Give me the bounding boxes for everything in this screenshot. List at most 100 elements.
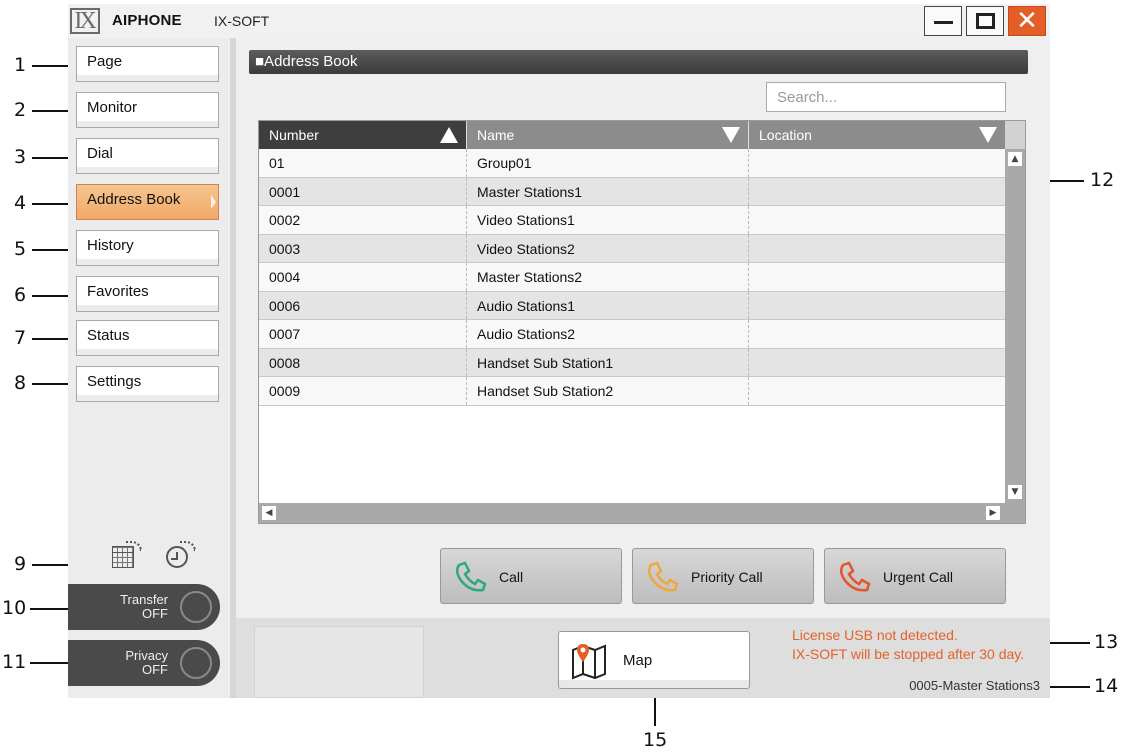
cell-number: 0009 <box>259 377 467 405</box>
cell-number: 0002 <box>259 206 467 234</box>
maximize-button[interactable] <box>966 6 1004 36</box>
table-row[interactable]: 0007 Audio Stations2 <box>259 320 1005 349</box>
header-corner <box>1005 121 1025 149</box>
cell-location <box>749 263 1005 291</box>
cell-name: Handset Sub Station2 <box>467 377 749 405</box>
table-row[interactable]: 0003 Video Stations2 <box>259 234 1005 263</box>
cell-location <box>749 178 1005 206</box>
schedule-arrow-icon <box>126 541 142 551</box>
sidebar: Page Monitor Dial Address Book History F… <box>68 38 228 698</box>
callout-8: 8 <box>14 372 27 394</box>
horizontal-scrollbar[interactable]: ◀ ▶ <box>259 503 1025 523</box>
cell-name: Master Stations1 <box>467 177 749 205</box>
cell-number: 0001 <box>259 177 467 205</box>
section-title: ■Address Book <box>249 50 1028 74</box>
scroll-up-icon[interactable]: ▲ <box>1008 152 1022 166</box>
search-input[interactable] <box>766 82 1006 112</box>
footer-bar: Map License USB not detected. IX-SOFT wi… <box>236 618 1050 698</box>
transfer-knob-icon <box>180 591 212 623</box>
table-row[interactable]: 0001 Master Stations1 <box>259 177 1005 206</box>
sidebar-item-status[interactable]: Status <box>76 320 219 356</box>
call-button[interactable]: Call <box>440 548 622 604</box>
column-header-location[interactable]: Location <box>749 121 1005 149</box>
callout-4: 4 <box>14 192 27 214</box>
callout-14: 14 <box>1094 675 1119 697</box>
callout-1: 1 <box>14 54 27 76</box>
timer-arrow-icon <box>180 541 196 551</box>
close-button[interactable]: ✕ <box>1008 6 1046 36</box>
sidebar-item-history[interactable]: History <box>76 230 219 266</box>
product-name: IX-SOFT <box>214 13 270 29</box>
cell-number: 01 <box>259 149 467 177</box>
map-icon <box>572 644 606 680</box>
scroll-right-icon[interactable]: ▶ <box>986 506 1000 520</box>
footer-blank-panel <box>254 626 424 698</box>
column-label-name: Name <box>477 127 515 143</box>
cell-number: 0008 <box>259 348 467 376</box>
priority-call-button[interactable]: Priority Call <box>632 548 814 604</box>
title-bar: IX AIPHONE IX-SOFT ✕ <box>68 4 1050 38</box>
callout-2: 2 <box>14 99 27 121</box>
table-header: Number Name Location <box>259 121 1005 149</box>
minimize-button[interactable] <box>924 6 962 36</box>
privacy-state: OFF <box>142 662 168 677</box>
callout-10: 10 <box>2 597 27 619</box>
urgent-call-label: Urgent Call <box>883 569 954 585</box>
sidebar-item-favorites[interactable]: Favorites <box>76 276 219 312</box>
scroll-down-icon[interactable]: ▼ <box>1008 485 1022 499</box>
sidebar-item-dial[interactable]: Dial <box>76 138 219 174</box>
cell-number: 0006 <box>259 291 467 319</box>
callout-11: 11 <box>2 651 27 673</box>
table-row[interactable]: 0009 Handset Sub Station2 <box>259 377 1005 406</box>
address-book-table: Number Name Location 01 Group01 0001 Maste… <box>258 120 1026 524</box>
sort-descending-icon <box>722 127 740 143</box>
sort-descending-icon <box>979 127 997 143</box>
cell-name: Video Stations2 <box>467 234 749 262</box>
map-label: Map <box>623 652 653 669</box>
priority-call-phone-icon <box>648 561 679 592</box>
sidebar-item-address-book[interactable]: Address Book <box>76 184 219 220</box>
column-header-name[interactable]: Name <box>467 121 749 149</box>
callout-3: 3 <box>14 146 27 168</box>
minimize-icon <box>934 21 953 24</box>
scroll-left-icon[interactable]: ◀ <box>262 506 276 520</box>
sidebar-item-monitor[interactable]: Monitor <box>76 92 219 128</box>
license-warning-line2: IX-SOFT will be stopped after 30 day. <box>792 646 1025 662</box>
cell-name: Handset Sub Station1 <box>467 348 749 376</box>
vertical-scrollbar[interactable]: ▲ ▼ <box>1005 149 1025 503</box>
callout-10-line <box>30 608 72 610</box>
cell-location <box>749 235 1005 263</box>
column-header-number[interactable]: Number <box>259 121 467 149</box>
table-row[interactable]: 0008 Handset Sub Station1 <box>259 348 1005 377</box>
table-row[interactable]: 01 Group01 <box>259 149 1005 178</box>
column-label-number: Number <box>269 127 319 143</box>
privacy-knob-icon <box>180 647 212 679</box>
transfer-label: Transfer <box>120 592 168 607</box>
cell-name: Video Stations1 <box>467 206 749 234</box>
column-label-location: Location <box>759 127 812 143</box>
transfer-toggle[interactable]: Transfer OFF <box>68 584 220 630</box>
privacy-toggle[interactable]: Privacy OFF <box>68 640 220 686</box>
cell-location <box>749 149 1005 177</box>
table-row[interactable]: 0006 Audio Stations1 <box>259 291 1005 320</box>
sidebar-item-page[interactable]: Page <box>76 46 219 82</box>
cell-location <box>749 320 1005 348</box>
map-button[interactable]: Map <box>558 631 750 689</box>
priority-call-label: Priority Call <box>691 569 763 585</box>
sort-ascending-icon <box>440 127 458 143</box>
cell-name: Master Stations2 <box>467 263 749 291</box>
timer-hand2-icon <box>171 558 178 560</box>
callout-7: 7 <box>14 327 27 349</box>
cell-location <box>749 377 1005 405</box>
transfer-state: OFF <box>142 606 168 621</box>
main-content: ■Address Book Number Name Location <box>236 38 1050 618</box>
cell-number: 0003 <box>259 234 467 262</box>
urgent-call-button[interactable]: Urgent Call <box>824 548 1006 604</box>
table-body: 01 Group01 0001 Master Stations1 0002 Video… <box>259 149 1005 406</box>
sidebar-item-settings[interactable]: Settings <box>76 366 219 402</box>
cell-name: Audio Stations1 <box>467 291 749 319</box>
ix-soft-window: IX AIPHONE IX-SOFT ✕ Page Monitor Dial A… <box>68 4 1050 698</box>
callout-5: 5 <box>14 238 27 260</box>
table-row[interactable]: 0004 Master Stations2 <box>259 263 1005 292</box>
table-row[interactable]: 0002 Video Stations1 <box>259 206 1005 235</box>
